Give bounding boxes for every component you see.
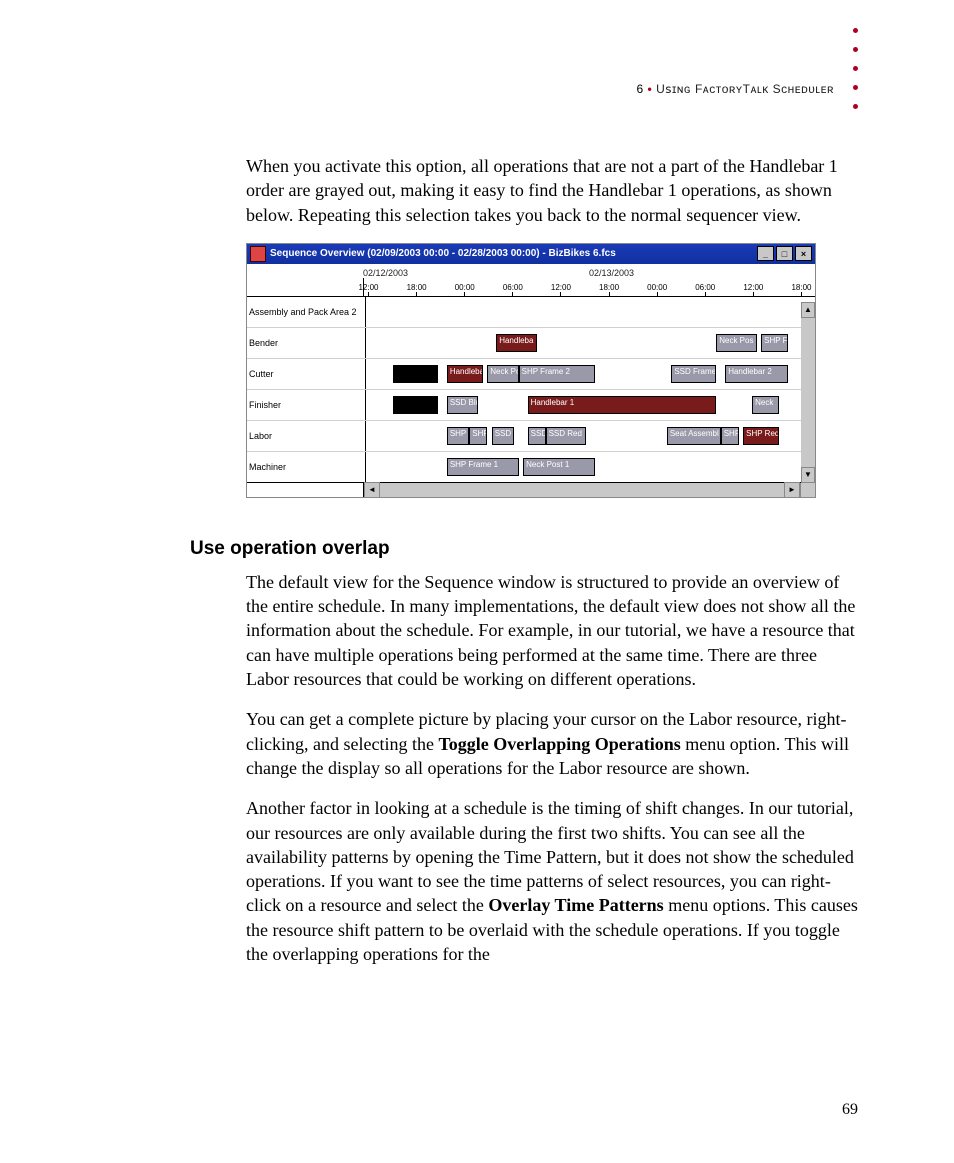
- gantt-track: Handleba Neck Pos SHP F: [366, 328, 815, 358]
- resource-label: Finisher: [247, 390, 366, 420]
- resource-label: Cutter: [247, 359, 366, 389]
- gantt-bar[interactable]: Handlebar 1: [528, 396, 717, 414]
- gantt-row[interactable]: Cutter Handlebar 1Neck PoSHP Frame 2 SSD F…: [247, 358, 815, 389]
- gantt-bar[interactable]: [393, 396, 438, 414]
- gantt-track: SHP BSHPSSDSSDSSD RedSeat AssemblSHPSHP …: [366, 421, 815, 451]
- page-number: 69: [842, 1101, 858, 1119]
- sequence-overview-window: Sequence Overview (02/09/2003 00:00 - 02…: [246, 243, 816, 498]
- timeline-date: 02/12/2003: [363, 268, 589, 278]
- gantt-bar[interactable]: SHP F: [761, 334, 788, 352]
- body-paragraph-3: Another factor in looking at a schedule …: [246, 796, 864, 966]
- gantt-bar[interactable]: SSD: [492, 427, 514, 445]
- gantt-bar[interactable]: SHP Frame 1: [447, 458, 519, 476]
- gantt-bar[interactable]: Handlebar 1: [447, 365, 483, 383]
- chapter-number: 6: [637, 82, 644, 96]
- time-tick: 18:00: [407, 283, 427, 296]
- scroll-right-button[interactable]: ►: [784, 482, 800, 498]
- timeline-date: 02/13/2003: [589, 268, 815, 278]
- menu-option-emphasis: Toggle Overlapping Operations: [438, 734, 680, 754]
- chapter-title: Uꜱɪɴɢ FᴀᴄᴛᴏʀʏTᴀʟᴋ Sᴄʜᴇᴅᴜʟᴇʀ: [656, 82, 834, 96]
- app-icon: [250, 246, 266, 262]
- gantt-bar[interactable]: SSD: [528, 427, 546, 445]
- gantt-track: Handlebar 1Neck PoSHP Frame 2 SSD Frame 1…: [366, 359, 815, 389]
- time-tick: 06:00: [503, 283, 523, 296]
- timeline-date-row: 02/12/2003 02/13/2003: [247, 264, 815, 278]
- resource-label: Labor: [247, 421, 366, 451]
- gantt-bar[interactable]: Handleba: [496, 334, 536, 352]
- menu-option-emphasis: Overlay Time Patterns: [488, 895, 663, 915]
- time-tick: 00:00: [455, 283, 475, 296]
- gantt-bar[interactable]: SHP: [721, 427, 739, 445]
- scroll-up-button[interactable]: ▲: [801, 302, 815, 318]
- gantt-track: SHP Frame 1Neck Post 1: [366, 452, 815, 482]
- time-tick: 18:00: [791, 283, 811, 296]
- vertical-scrollbar[interactable]: ▲ ▼: [801, 302, 815, 483]
- header-separator: •: [648, 82, 653, 96]
- gantt-bar[interactable]: SSD Red: [546, 427, 586, 445]
- gantt-bar[interactable]: SHP Red: [743, 427, 779, 445]
- resize-grip[interactable]: [800, 483, 815, 497]
- gantt-bar[interactable]: Neck Pos: [716, 334, 756, 352]
- time-tick: 12:00: [743, 283, 763, 296]
- scroll-down-button[interactable]: ▼: [801, 467, 815, 483]
- gantt-row[interactable]: MachinerSHP Frame 1Neck Post 1: [247, 451, 815, 482]
- window-title: Sequence Overview (02/09/2003 00:00 - 02…: [270, 248, 616, 259]
- gantt-track: [366, 297, 815, 327]
- decorative-side-dots: [853, 28, 858, 109]
- gantt-row[interactable]: Bender Handleba Neck Pos SHP F: [247, 327, 815, 358]
- gantt-row[interactable]: Finisher SSD Blu Handlebar 1 Neck: [247, 389, 815, 420]
- gantt-bar[interactable]: Neck Po: [487, 365, 518, 383]
- gantt-bar[interactable]: SHP: [469, 427, 487, 445]
- gantt-bar[interactable]: [393, 365, 438, 383]
- time-tick: 18:00: [599, 283, 619, 296]
- gantt-bar[interactable]: SSD Frame 1: [671, 365, 716, 383]
- body-paragraph-2: You can get a complete picture by placin…: [246, 707, 864, 780]
- gantt-bar[interactable]: Handlebar 2: [725, 365, 788, 383]
- gantt-bar[interactable]: Seat Assembl: [667, 427, 721, 445]
- gantt-bar[interactable]: Neck: [752, 396, 779, 414]
- time-tick: 12:00: [358, 283, 378, 296]
- time-tick: 12:00: [551, 283, 571, 296]
- gantt-row[interactable]: Assembly and Pack Area 2: [247, 297, 815, 327]
- minimize-button[interactable]: _: [757, 246, 774, 261]
- gantt-bar[interactable]: SHP B: [447, 427, 469, 445]
- close-button[interactable]: ×: [795, 246, 812, 261]
- intro-paragraph: When you activate this option, all opera…: [246, 154, 864, 227]
- time-tick: 00:00: [647, 283, 667, 296]
- horizontal-scrollbar[interactable]: ◄ ►: [247, 482, 815, 497]
- time-tick: 06:00: [695, 283, 715, 296]
- window-titlebar[interactable]: Sequence Overview (02/09/2003 00:00 - 02…: [247, 244, 815, 264]
- gantt-bar[interactable]: SSD Blu: [447, 396, 478, 414]
- scroll-left-button[interactable]: ◄: [364, 482, 380, 498]
- gantt-bar[interactable]: Neck Post 1: [523, 458, 595, 476]
- section-heading: Use operation overlap: [190, 538, 864, 560]
- resource-label: Bender: [247, 328, 366, 358]
- running-header: 6 • Uꜱɪɴɢ FᴀᴄᴛᴏʀʏTᴀʟᴋ Sᴄʜᴇᴅᴜʟᴇʀ: [637, 82, 835, 96]
- gantt-track: SSD Blu Handlebar 1 Neck: [366, 390, 815, 420]
- time-axis: 12:00 18:00 00:00 06:00 12:00 18:00 00:00 06:00…: [247, 278, 815, 297]
- gantt-row[interactable]: LaborSHP BSHPSSDSSDSSD RedSeat AssemblSH…: [247, 420, 815, 451]
- body-paragraph-1: The default view for the Sequence window…: [246, 570, 864, 691]
- resource-label: Machiner: [247, 452, 366, 482]
- gantt-bar[interactable]: SHP Frame 2: [519, 365, 595, 383]
- maximize-button[interactable]: □: [776, 246, 793, 261]
- resource-label: Assembly and Pack Area 2: [247, 297, 366, 327]
